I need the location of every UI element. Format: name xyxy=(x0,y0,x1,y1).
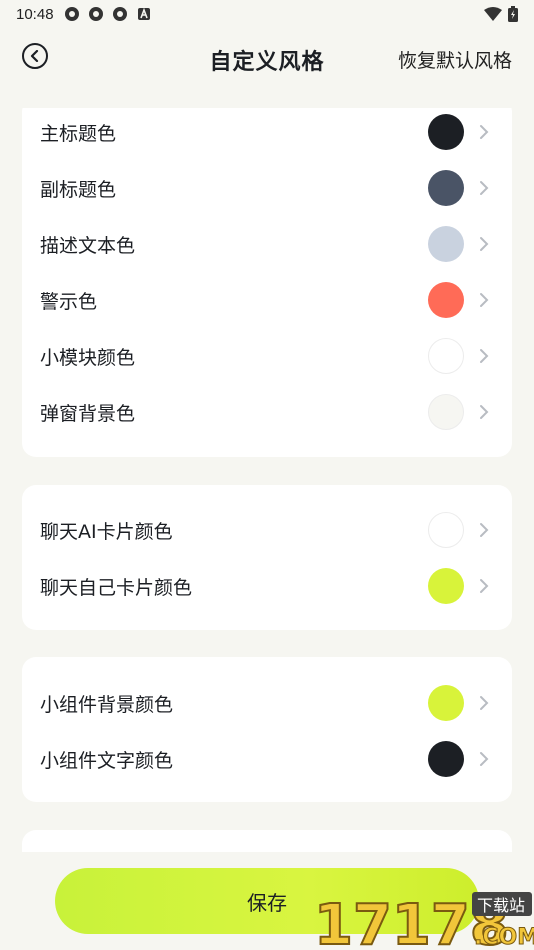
svg-text:.COM: .COM xyxy=(474,925,534,950)
color-row-warning[interactable]: 警示色 xyxy=(22,272,512,328)
color-row-description[interactable]: 描述文本色 xyxy=(22,216,512,272)
color-row-popup-bg[interactable]: 弹窗背景色 xyxy=(22,384,512,440)
color-row-chat-ai[interactable]: 聊天AI卡片颜色 xyxy=(22,502,512,558)
color-swatch xyxy=(428,394,464,430)
app-notification-icon xyxy=(112,7,127,21)
chevron-right-icon xyxy=(480,696,489,710)
wifi-icon xyxy=(484,7,502,21)
color-swatch xyxy=(428,282,464,318)
chevron-right-icon xyxy=(480,579,489,593)
widget-colors-card: 小组件背景颜色 小组件文字颜色 xyxy=(22,657,512,802)
color-swatch xyxy=(428,685,464,721)
row-label: 小模块颜色 xyxy=(40,346,136,369)
color-swatch xyxy=(428,568,464,604)
app-notification-icon xyxy=(88,7,103,21)
chevron-right-icon xyxy=(480,125,489,139)
settings-list[interactable]: 主标题色 副标题色 描述文本色 警示色 小模块颜色 弹窗背景色 聊天AI卡片颜色… xyxy=(0,108,534,852)
svg-text:下载站: 下载站 xyxy=(477,896,525,915)
row-label: 警示色 xyxy=(40,290,98,313)
chevron-right-icon xyxy=(480,752,489,766)
color-swatch xyxy=(428,338,464,374)
color-row-widget-text[interactable]: 小组件文字颜色 xyxy=(22,731,512,787)
keyboard-notification-icon xyxy=(137,7,150,20)
row-label: 聊天自己卡片颜色 xyxy=(40,576,193,599)
row-label: 弹窗背景色 xyxy=(40,402,136,425)
color-row-main-title[interactable]: 主标题色 xyxy=(22,108,512,160)
row-label: 聊天AI卡片颜色 xyxy=(40,520,173,543)
status-bar: 10:48 xyxy=(0,0,534,28)
app-notification-icon xyxy=(64,7,79,21)
header: 自定义风格 恢复默认风格 xyxy=(0,30,534,86)
chevron-right-icon xyxy=(480,349,489,363)
row-label: 主标题色 xyxy=(40,122,117,145)
color-swatch xyxy=(428,170,464,206)
reset-default-button[interactable]: 恢复默认风格 xyxy=(398,46,512,73)
chat-colors-card: 聊天AI卡片颜色 聊天自己卡片颜色 xyxy=(22,485,512,630)
color-swatch xyxy=(428,226,464,262)
color-swatch xyxy=(428,512,464,548)
chevron-right-icon xyxy=(480,523,489,537)
chevron-right-icon xyxy=(480,181,489,195)
color-row-chat-self[interactable]: 聊天自己卡片颜色 xyxy=(22,558,512,614)
color-row-module[interactable]: 小模块颜色 xyxy=(22,328,512,384)
save-button[interactable]: 保存 xyxy=(55,868,479,934)
text-colors-card: 主标题色 副标题色 描述文本色 警示色 小模块颜色 弹窗背景色 xyxy=(22,108,512,457)
color-row-subtitle[interactable]: 副标题色 xyxy=(22,160,512,216)
row-label: 小组件背景颜色 xyxy=(40,693,174,716)
chevron-right-icon xyxy=(480,293,489,307)
row-label: 副标题色 xyxy=(40,178,117,201)
color-row-widget-bg[interactable]: 小组件背景颜色 xyxy=(22,675,512,731)
color-swatch xyxy=(428,741,464,777)
chevron-right-icon xyxy=(480,405,489,419)
more-settings-card xyxy=(22,830,512,852)
battery-icon xyxy=(508,6,518,22)
chevron-right-icon xyxy=(480,237,489,251)
row-label: 小组件文字颜色 xyxy=(40,749,174,772)
row-label: 描述文本色 xyxy=(40,234,136,257)
status-time: 10:48 xyxy=(16,5,54,23)
color-swatch xyxy=(428,114,464,150)
